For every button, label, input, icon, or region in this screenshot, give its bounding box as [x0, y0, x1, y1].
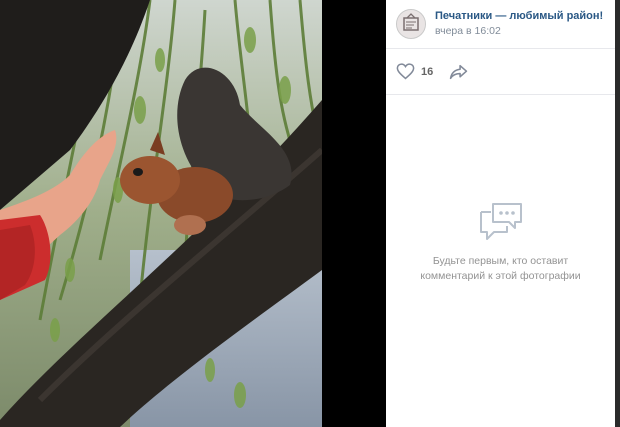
post-date[interactable]: вчера в 16:02 [435, 24, 603, 39]
comments-empty-text: Будьте первым, кто оставит комментарий к… [386, 254, 615, 284]
viewer-right-edge [615, 0, 620, 427]
photo-viewer: Печатники — любимый район! вчера в 16:02… [0, 0, 620, 427]
photo[interactable] [0, 0, 386, 427]
comments-empty-state: Будьте первым, кто оставит комментарий к… [386, 200, 615, 284]
author-name-link[interactable]: Печатники — любимый район! [435, 9, 603, 24]
post-header: Печатники — любимый район! вчера в 16:02 [386, 0, 615, 49]
community-avatar[interactable] [396, 9, 426, 39]
squirrel-photo [0, 0, 386, 427]
share-button[interactable] [449, 64, 468, 80]
empty-text-line-1: Будьте первым, кто оставит [432, 255, 569, 267]
empty-text-line-2: комментарий к этой фотографии [420, 270, 581, 282]
share-arrow-icon [450, 64, 468, 79]
comments-bubble-icon [479, 203, 522, 240]
like-button[interactable]: 16 [396, 63, 433, 80]
photo-sidebar: Печатники — любимый район! вчера в 16:02… [386, 0, 615, 427]
community-logo-icon [397, 10, 425, 38]
post-actions: 16 [386, 49, 615, 95]
like-count: 16 [421, 65, 434, 78]
heart-icon [396, 63, 415, 80]
